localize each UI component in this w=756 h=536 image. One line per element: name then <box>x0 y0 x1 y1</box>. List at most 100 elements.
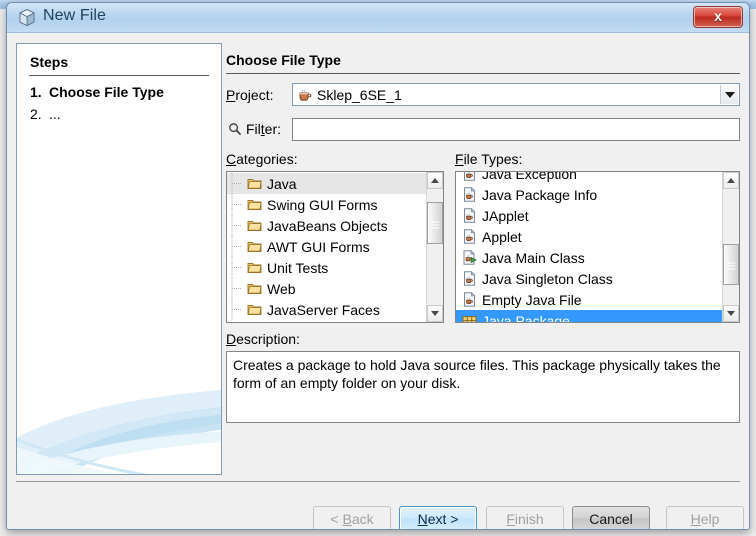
step-item-1: 1. Choose File Type <box>30 84 164 100</box>
steps-heading: Steps <box>30 54 69 70</box>
categories-viewport: Java Swing GUI Forms JavaBeans Objects AWT … <box>227 172 426 322</box>
tree-connector-icon <box>231 278 241 299</box>
category-item[interactable]: Web <box>227 278 426 299</box>
category-item-label: JavaServer Faces <box>267 301 380 318</box>
new-file-dialog: New File x Steps 1. Choose File Type 2...… <box>6 2 750 530</box>
project-select[interactable]: Sklep_6SE_1 <box>292 83 740 106</box>
folder-icon <box>247 305 262 315</box>
filetypes-scroll-up-button[interactable] <box>723 172 739 189</box>
triangle-up-icon <box>727 178 735 183</box>
project-select-value: Sklep_6SE_1 <box>317 86 402 103</box>
filetypes-scroll-thumb[interactable] <box>723 243 739 286</box>
project-label: Project: <box>226 87 274 103</box>
folder-icon <box>247 179 262 189</box>
finish-button[interactable]: Finish <box>486 506 564 529</box>
close-icon: x <box>714 8 722 24</box>
dialog-titlebar[interactable]: New File x <box>7 3 749 33</box>
filetype-item-label: Java Package Info <box>482 186 598 203</box>
filter-label: Filter: <box>246 121 282 137</box>
coffee-cup-icon <box>299 88 312 101</box>
category-item-label: JavaBeans Objects <box>267 217 388 234</box>
dialog-button-bar: < Back Next > Finish Cancel Help <box>16 481 744 529</box>
project-select-arrow[interactable] <box>720 85 738 104</box>
filetype-item[interactable]: JApplet <box>456 205 722 226</box>
categories-scrollbar[interactable] <box>426 172 443 322</box>
filetype-item-label: Empty Java File <box>482 291 582 308</box>
category-item[interactable]: Swing GUI Forms <box>227 194 426 215</box>
grip-icon <box>726 261 736 270</box>
filetype-item[interactable]: Java Exception <box>456 172 722 184</box>
next-label-mnemonic: N <box>417 510 428 527</box>
filetypes-label: File Types: <box>455 151 523 167</box>
help-button[interactable]: Help <box>666 506 744 529</box>
filetype-item[interactable]: Java Package <box>456 310 722 322</box>
filetype-item[interactable]: Java Main Class <box>456 247 722 268</box>
java-file-icon <box>464 172 475 181</box>
category-item[interactable]: AWT GUI Forms <box>227 236 426 257</box>
category-item-label: Swing GUI Forms <box>267 196 378 213</box>
folder-icon <box>247 284 262 294</box>
dialog-title: New File <box>43 7 107 24</box>
triangle-down-icon <box>727 311 735 316</box>
finish-label: inish <box>514 510 544 527</box>
page-title: Choose File Type <box>226 52 341 68</box>
filetype-item[interactable]: Java Package Info <box>456 184 722 205</box>
categories-scroll-thumb[interactable] <box>427 201 443 244</box>
wizard-swoosh-graphic <box>17 390 221 474</box>
filetype-item[interactable]: Applet <box>456 226 722 247</box>
java-package-icon <box>462 316 477 322</box>
cancel-label: Cancel <box>589 510 633 527</box>
filetype-item-label: Java Exception <box>482 172 577 182</box>
java-file-icon <box>464 207 476 223</box>
categories-list: Java Swing GUI Forms JavaBeans Objects AWT … <box>227 173 426 320</box>
step-2-label: ... <box>49 106 61 122</box>
step-item-2: 2.... <box>30 106 61 122</box>
dialog-body: Steps 1. Choose File Type 2.... Choose Fi… <box>7 34 749 529</box>
next-button[interactable]: Next > <box>399 506 477 529</box>
tree-connector-icon <box>231 257 241 278</box>
tree-connector-icon <box>231 173 241 194</box>
step-1-number: 1. <box>30 84 42 100</box>
java-file-icon <box>464 270 476 286</box>
tree-connector-icon <box>231 194 241 215</box>
java-file-icon <box>464 186 476 202</box>
category-item[interactable]: Java <box>227 173 426 194</box>
category-item[interactable]: JavaBeans Objects <box>227 215 426 236</box>
java-file-icon <box>464 228 476 244</box>
search-icon <box>229 123 242 136</box>
category-item[interactable]: Unit Tests <box>227 257 426 278</box>
filetypes-viewport: Java Exception Java Package Info JApplet Ap… <box>456 172 722 322</box>
page-title-divider <box>226 73 740 74</box>
categories-scroll-down-button[interactable] <box>427 305 443 322</box>
tree-connector-icon <box>231 215 241 236</box>
triangle-up-icon <box>431 178 439 183</box>
java-main-class-icon <box>463 249 477 265</box>
filetypes-listbox[interactable]: Java Exception Java Package Info JApplet Ap… <box>455 171 740 323</box>
finish-label-mnemonic: F <box>506 510 515 527</box>
back-label: ack <box>351 510 374 527</box>
cube-icon <box>19 9 35 27</box>
categories-label: Categories: <box>226 151 298 167</box>
folder-icon <box>247 263 262 273</box>
cancel-button[interactable]: Cancel <box>572 506 650 529</box>
chevron-down-icon <box>724 91 735 98</box>
steps-heading-divider <box>29 75 209 76</box>
filetypes-scroll-down-button[interactable] <box>723 305 739 322</box>
categories-listbox[interactable]: Java Swing GUI Forms JavaBeans Objects AWT … <box>226 171 444 323</box>
filetype-item[interactable]: Java Singleton Class <box>456 268 722 289</box>
project-select-display: Sklep_6SE_1 <box>294 85 720 104</box>
category-item[interactable]: JavaServer Faces <box>227 299 426 320</box>
filter-input[interactable] <box>292 118 740 141</box>
filetype-item-label: Java Singleton Class <box>482 270 613 287</box>
folder-icon <box>247 242 262 252</box>
back-button[interactable]: < Back <box>313 506 391 529</box>
next-label: ext > <box>427 510 459 527</box>
filetype-item-label: Java Package <box>482 312 570 323</box>
grip-icon <box>430 219 440 229</box>
step-1-label: Choose File Type <box>49 84 164 100</box>
categories-scroll-up-button[interactable] <box>427 172 443 189</box>
category-item-label: Web <box>267 280 296 297</box>
close-button[interactable]: x <box>693 6 743 28</box>
filetype-item[interactable]: Empty Java File <box>456 289 722 310</box>
filetypes-scrollbar[interactable] <box>722 172 739 322</box>
